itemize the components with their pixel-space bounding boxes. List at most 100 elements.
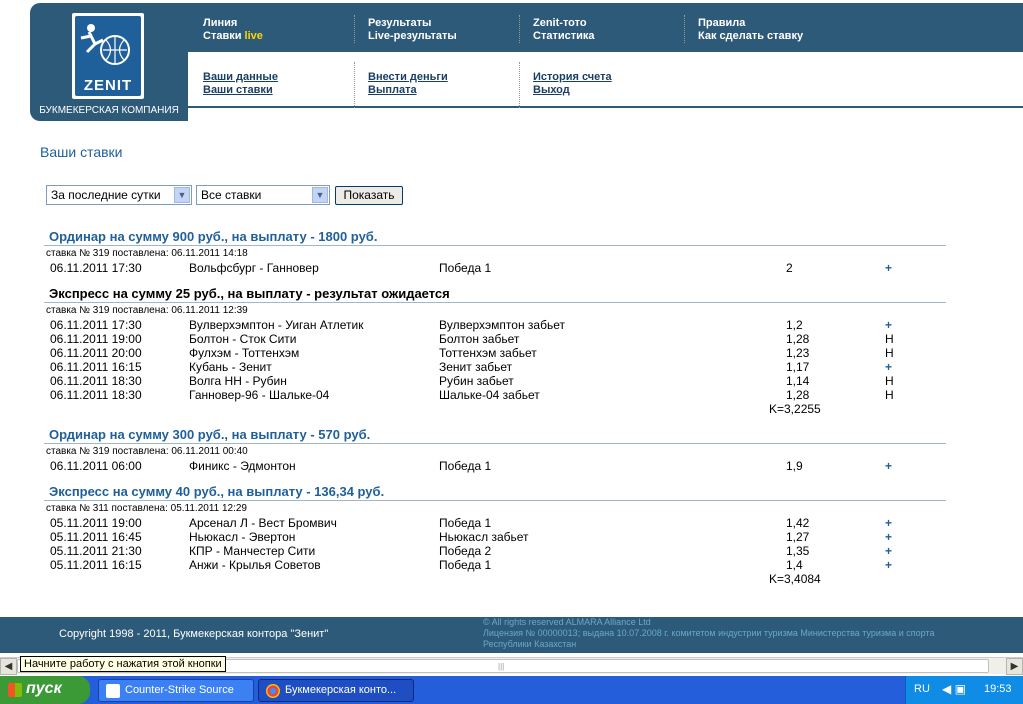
nav-line[interactable]: Линия [203,17,263,30]
divider [44,245,946,246]
event-date: 06.11.2011 18:30 [50,374,142,388]
link-your-bets[interactable]: Ваши ставки [203,84,278,97]
nav-results[interactable]: Результаты [368,17,457,30]
event-date: 06.11.2011 16:15 [50,360,142,374]
table-row: 06.11.2011 06:00 Финикс - Эдмонтон Побед… [0,459,1023,473]
divider [44,500,946,501]
nav-divider [354,62,355,108]
logo-tagline: БУКМЕКЕРСКАЯ КОМПАНИЯ [39,105,179,116]
clock[interactable]: 19:53 [984,683,1012,695]
event-date: 06.11.2011 17:30 [50,318,142,332]
event-outcome: Победа 1 [439,261,492,275]
event-date: 05.11.2011 16:45 [50,530,142,544]
link-withdraw[interactable]: Выплата [368,84,448,97]
event-match: Кубань - Зенит [189,360,272,374]
site-header: ZENIT БУКМЕКЕРСКАЯ КОМПАНИЯ Линия Ставки… [30,3,1023,121]
event-outcome: Победа 1 [439,459,492,473]
scroll-right-icon[interactable]: ▶ [1006,658,1023,675]
chevron-down-icon[interactable]: ▼ [312,187,328,203]
nav-zenit-toto[interactable]: Zenit-тото [533,17,595,30]
event-outcome: Болтон забьет [439,332,520,346]
table-row: 05.11.2011 19:00 Арсенал Л - Вест Бромви… [0,516,1023,530]
event-coef: 1,9 [786,459,803,473]
account-nav: Ваши данные Ваши ставки Внести деньги Вы… [188,52,1023,108]
event-date: 05.11.2011 21:30 [50,544,142,558]
table-row: 06.11.2011 18:30 Ганновер-96 - Шальке-04… [0,388,1023,402]
event-coef: 1,2 [786,318,803,332]
event-outcome: Рубин забьет [439,374,514,388]
bet-placed-info: ставка № 311 поставлена: 05.11.2011 12:2… [46,503,247,514]
table-row: 05.11.2011 16:45 Ньюкасл - Эвертон Ньюка… [0,530,1023,544]
link-logout[interactable]: Выход [533,84,612,97]
account-nav-col-1: Ваши данные Ваши ставки [203,71,278,97]
network-icon[interactable]: ▣ [955,682,966,696]
bet-header: Ординар на сумму 900 руб., на выплату - … [49,229,378,244]
result-mark: + [885,544,893,558]
nav-live-results[interactable]: Live-результаты [368,30,457,43]
event-outcome: Зенит забьет [439,360,513,374]
table-row: 05.11.2011 21:30 КПР - Манчестер Сити По… [0,544,1023,558]
event-match: Арсенал Л - Вест Бромвич [189,516,337,530]
link-deposit[interactable]: Внести деньги [368,71,448,84]
chrome-icon [266,684,280,698]
bet-placed-info: ставка № 319 поставлена: 06.11.2011 14:1… [46,248,248,259]
event-date: 06.11.2011 06:00 [50,459,142,473]
nav-live[interactable]: live [245,30,263,42]
result-mark: + [885,261,893,275]
period-select[interactable]: За последние сутки ▼ [46,185,192,205]
result-mark: + [885,360,893,374]
result-mark: + [885,459,893,473]
result-mark: Н [885,346,894,360]
event-outcome: Ньюкасл забьет [439,530,529,544]
license-line: Лицензия № 00000013; выдана 10.07.2008 г… [483,628,935,649]
nav-how-to-bet[interactable]: Как сделать ставку [698,30,803,43]
license-text: © All rights reserved ALMARA Alliance Lt… [483,617,953,650]
event-match: КПР - Манчестер Сити [189,544,316,558]
player-figure-icon [80,24,130,65]
start-button[interactable]: пуск [0,676,90,704]
nav-statistics[interactable]: Статистика [533,30,595,43]
event-outcome: Победа 2 [439,544,492,558]
bet-header: Экспресс на сумму 40 руб., на выплату - … [49,484,385,499]
bet-type-select-value: Все ставки [201,188,262,202]
result-mark: + [885,318,893,332]
event-coef: 1,28 [786,388,810,402]
result-mark: + [885,558,893,572]
logo-panel[interactable]: ZENIT БУКМЕКЕРСКАЯ КОМПАНИЯ [30,3,188,121]
task-label: Counter-Strike Source [125,684,234,696]
event-match: Финикс - Эдмонтон [189,459,296,473]
event-coef: 1,35 [786,544,810,558]
event-date: 06.11.2011 20:00 [50,346,142,360]
link-your-data[interactable]: Ваши данные [203,71,278,84]
event-outcome: Победа 1 [439,516,492,530]
task-counter-strike[interactable]: Counter-Strike Source [98,679,254,702]
event-match: Болтон - Сток Сити [189,332,297,346]
zenit-logo[interactable]: ZENIT [72,13,144,99]
taskbar: пуск Counter-Strike Source Букмекерская … [0,676,1023,704]
chevron-down-icon[interactable]: ▼ [174,187,190,203]
table-row: 05.11.2011 16:15 Анжи - Крылья Советов П… [0,558,1023,572]
tray-icons: ◀ ▣ [942,682,966,696]
show-button[interactable]: Показать [335,186,403,205]
event-coef: 1,42 [786,516,810,530]
event-match: Ганновер-96 - Шальке-04 [189,388,330,402]
page-title: Ваши ставки [40,144,123,160]
event-date: 05.11.2011 19:00 [50,516,142,530]
nav-divider [684,15,685,43]
nav-rules[interactable]: Правила [698,17,803,30]
back-arrow-icon[interactable]: ◀ [942,682,951,696]
start-tooltip: Начните работу с нажатия этой кнопки [20,656,226,672]
grip-icon: ||| [498,662,505,671]
event-coef: 1,23 [786,346,810,360]
language-indicator[interactable]: RU [914,683,930,695]
event-outcome: Тоттенхэм забьет [439,346,537,360]
task-browser[interactable]: Букмекерская конто... [258,679,414,702]
result-mark: Н [885,374,894,388]
event-outcome: Победа 1 [439,558,492,572]
bet-type-select[interactable]: Все ставки ▼ [196,185,330,205]
nav-bets[interactable]: Ставки [203,30,245,42]
bet-header: Экспресс на сумму 25 руб., на выплату - … [49,286,450,301]
event-match: Вулверхэмптон - Уиган Атлетик [189,318,364,332]
link-account-history[interactable]: История счета [533,71,612,84]
scroll-left-icon[interactable]: ◀ [0,658,17,675]
